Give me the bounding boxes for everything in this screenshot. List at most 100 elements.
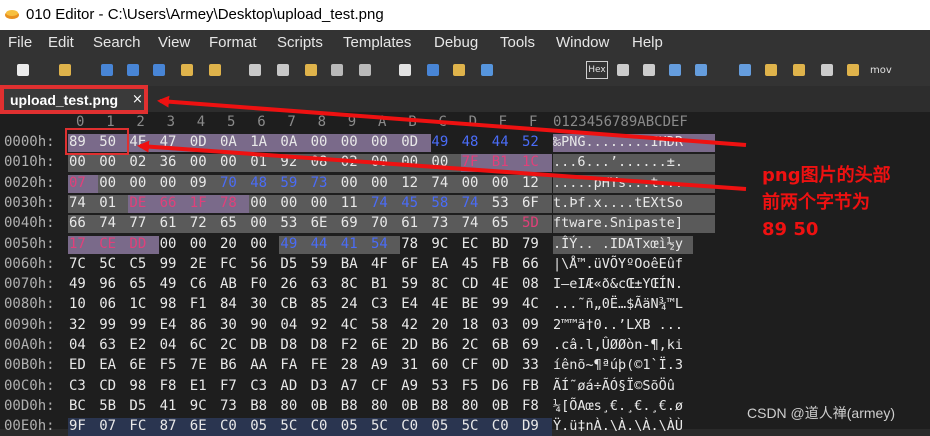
hex-byte[interactable]: 59: [401, 276, 418, 292]
hex-byte[interactable]: 00: [341, 134, 358, 150]
hex-byte[interactable]: 2D: [401, 337, 418, 353]
hex-byte[interactable]: B8: [431, 398, 448, 414]
hex-byte[interactable]: 8C: [431, 276, 448, 292]
hex-byte[interactable]: 00: [99, 175, 116, 191]
hex-byte[interactable]: BC: [69, 398, 86, 414]
hex-byte[interactable]: 58: [371, 317, 388, 333]
hex-byte[interactable]: 1F: [190, 195, 207, 211]
hex-byte[interactable]: 58: [431, 195, 448, 211]
hex-byte[interactable]: 74: [431, 175, 448, 191]
hex-byte[interactable]: C0: [401, 418, 418, 434]
hex-byte[interactable]: 0B: [492, 398, 509, 414]
hex-byte[interactable]: 78: [401, 236, 418, 252]
move-icon[interactable]: mov: [870, 61, 892, 81]
hex-byte[interactable]: 44: [311, 236, 328, 252]
hex-byte[interactable]: A9: [401, 378, 418, 394]
hex-byte[interactable]: B6: [220, 357, 237, 373]
columns-icon[interactable]: [614, 61, 634, 81]
hex-byte[interactable]: 02: [129, 154, 146, 170]
hex-byte[interactable]: 36: [160, 154, 177, 170]
hex-byte[interactable]: A9: [371, 357, 388, 373]
hex-byte[interactable]: 70: [371, 215, 388, 231]
hex-byte[interactable]: 0D: [492, 357, 509, 373]
hex-byte[interactable]: 1C: [129, 296, 146, 312]
hex-byte[interactable]: FE: [311, 357, 328, 373]
hex-byte[interactable]: 5C: [280, 418, 297, 434]
hex-byte[interactable]: 49: [431, 134, 448, 150]
hex-byte[interactable]: 00: [371, 175, 388, 191]
copy-icon[interactable]: [274, 61, 294, 81]
hex-byte[interactable]: F5: [462, 378, 479, 394]
hex-byte[interactable]: D5: [129, 398, 146, 414]
hex-byte[interactable]: DB: [250, 337, 267, 353]
hex-byte[interactable]: C3: [371, 296, 388, 312]
hex-view-icon[interactable]: Hex: [586, 61, 608, 81]
hex-byte[interactable]: E1: [190, 378, 207, 394]
hex-byte[interactable]: 60: [431, 357, 448, 373]
hex-byte[interactable]: 72: [190, 215, 207, 231]
hex-byte[interactable]: FC: [220, 256, 237, 272]
hex-byte[interactable]: 04: [69, 337, 86, 353]
hex-byte[interactable]: 24: [341, 296, 358, 312]
undo-icon[interactable]: [328, 61, 348, 81]
hex-byte[interactable]: EA: [99, 357, 116, 373]
find-in-files-icon[interactable]: [450, 61, 470, 81]
hex-byte[interactable]: 92: [280, 154, 297, 170]
hex-byte[interactable]: 00: [371, 154, 388, 170]
menu-tools[interactable]: Tools: [500, 34, 535, 51]
hex-byte[interactable]: 53: [492, 195, 509, 211]
hex-byte[interactable]: FB: [522, 378, 539, 394]
hex-byte[interactable]: 9C: [431, 236, 448, 252]
hex-byte[interactable]: 80: [280, 398, 297, 414]
hex-byte[interactable]: 00: [190, 154, 207, 170]
hex-byte[interactable]: CF: [371, 378, 388, 394]
hex-byte[interactable]: 74: [371, 195, 388, 211]
menu-search[interactable]: Search: [93, 34, 141, 51]
hex-byte[interactable]: 49: [69, 276, 86, 292]
hex-byte[interactable]: BD: [492, 236, 509, 252]
hex-byte[interactable]: 92: [311, 317, 328, 333]
hex-byte[interactable]: 8C: [341, 276, 358, 292]
folder-open-icon[interactable]: [206, 61, 226, 81]
hex-byte[interactable]: 44: [492, 134, 509, 150]
hex-byte[interactable]: 0B: [311, 398, 328, 414]
ascii-row[interactable]: I–eIÆ«ð&cŒ±YŒÍN.: [553, 276, 683, 292]
paragraph-icon[interactable]: [640, 61, 660, 81]
hex-byte[interactable]: F5: [160, 357, 177, 373]
hex-byte[interactable]: 10: [69, 296, 86, 312]
hex-byte[interactable]: 2E: [190, 256, 207, 272]
hex-byte[interactable]: AB: [220, 276, 237, 292]
redo-icon[interactable]: [356, 61, 376, 81]
hex-byte[interactable]: 28: [341, 357, 358, 373]
menu-templates[interactable]: Templates: [343, 34, 411, 51]
hex-byte[interactable]: 65: [129, 276, 146, 292]
hex-byte[interactable]: ED: [69, 357, 86, 373]
hex-byte[interactable]: 30: [220, 317, 237, 333]
cut-icon[interactable]: [246, 61, 266, 81]
hex-byte[interactable]: 53: [431, 378, 448, 394]
hex-byte[interactable]: 00: [190, 236, 207, 252]
hex-byte[interactable]: C3: [250, 378, 267, 394]
hex-byte[interactable]: 01: [250, 154, 267, 170]
hex-byte[interactable]: 45: [401, 195, 418, 211]
hex-byte[interactable]: 5C: [371, 418, 388, 434]
hex-byte[interactable]: 1A: [250, 134, 267, 150]
hex-byte[interactable]: BA: [341, 256, 358, 272]
save-as-icon[interactable]: [124, 61, 144, 81]
hex-byte[interactable]: 00: [431, 154, 448, 170]
hex-byte[interactable]: C3: [69, 378, 86, 394]
menu-debug[interactable]: Debug: [434, 34, 478, 51]
hex-byte[interactable]: 4F: [371, 256, 388, 272]
hex-byte[interactable]: 00: [250, 215, 267, 231]
hex-byte[interactable]: 99: [160, 256, 177, 272]
copy-file-icon[interactable]: [150, 61, 170, 81]
hex-byte[interactable]: A7: [341, 378, 358, 394]
ascii-row[interactable]: 2™™ä†0..’LXB ...: [553, 317, 683, 333]
hex-byte[interactable]: 11: [341, 195, 358, 211]
hex-byte[interactable]: 48: [250, 175, 267, 191]
hex-byte[interactable]: C5: [129, 256, 146, 272]
hex-byte[interactable]: 00: [69, 154, 86, 170]
hex-byte[interactable]: 32: [69, 317, 86, 333]
hex-byte[interactable]: F8: [160, 378, 177, 394]
hex-byte[interactable]: 00: [341, 175, 358, 191]
